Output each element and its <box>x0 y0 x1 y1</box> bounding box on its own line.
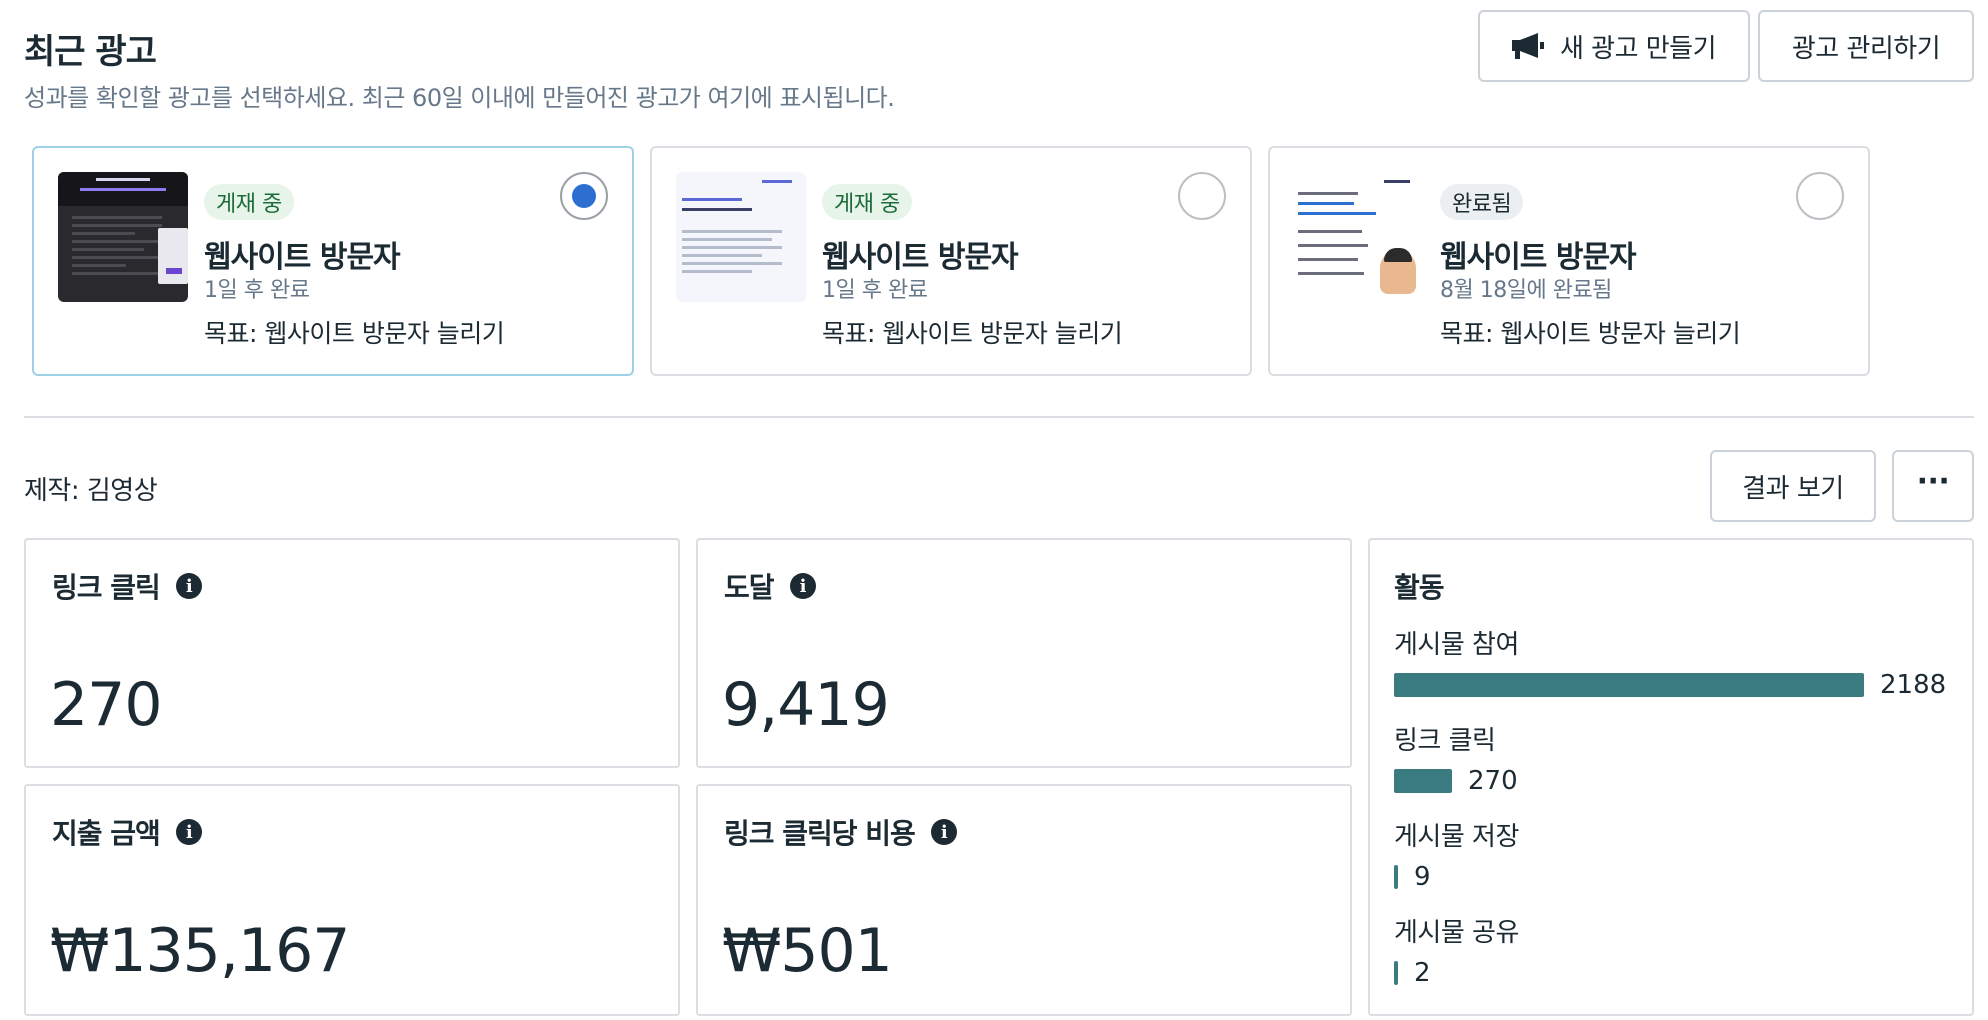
activity-row: 링크 클릭 270 <box>1394 720 1954 796</box>
ad-select-radio[interactable] <box>1178 172 1226 220</box>
activity-row: 게시물 저장 9 <box>1394 816 1954 892</box>
ad-date: 1일 후 완료 <box>204 278 310 303</box>
metric-title: 링크 클릭당 비용 <box>724 817 916 850</box>
metric-value: ₩501 <box>722 916 893 986</box>
info-icon[interactable]: i <box>789 573 816 599</box>
activity-row: 게시물 공유 2 <box>1394 912 1954 988</box>
view-results-button[interactable]: 결과 보기 <box>1710 450 1876 522</box>
metric-title: 도달 <box>724 571 775 604</box>
activity-value: 2 <box>1414 958 1431 988</box>
metric-card-cost-per-click: 링크 클릭당 비용 i ₩501 <box>696 784 1352 1016</box>
view-results-label: 결과 보기 <box>1742 473 1844 504</box>
metric-card-spend: 지출 금액 i ₩135,167 <box>24 784 680 1016</box>
ad-name: 웹사이트 방문자 <box>822 240 1019 275</box>
ad-date: 8월 18일에 완료됨 <box>1440 278 1612 303</box>
metric-card-link-clicks: 링크 클릭 i 270 <box>24 538 680 768</box>
metric-value: 9,419 <box>722 670 890 740</box>
ad-date: 1일 후 완료 <box>822 278 928 303</box>
metric-value: ₩135,167 <box>50 916 350 986</box>
ad-name: 웹사이트 방문자 <box>204 240 401 275</box>
activity-value: 9 <box>1414 862 1431 892</box>
ad-thumbnail <box>676 172 806 302</box>
metric-title: 링크 클릭 <box>52 571 161 604</box>
info-icon[interactable]: i <box>175 573 202 599</box>
manage-ads-label: 광고 관리하기 <box>1791 33 1941 64</box>
activity-panel: 활동 게시물 참여 2188 링크 클릭 270 게시물 저장 9 게시물 공유… <box>1368 538 1974 1016</box>
ad-name: 웹사이트 방문자 <box>1440 240 1637 275</box>
activity-label: 링크 클릭 <box>1394 726 1496 756</box>
ad-card[interactable]: 게재 중 웹사이트 방문자 1일 후 완료 목표: 웹사이트 방문자 늘리기 <box>650 146 1252 376</box>
activity-label: 게시물 참여 <box>1394 630 1519 660</box>
section-divider <box>24 416 1974 418</box>
more-options-button[interactable]: ··· <box>1892 450 1974 522</box>
activity-label: 게시물 저장 <box>1394 822 1519 852</box>
ad-goal: 목표: 웹사이트 방문자 늘리기 <box>204 319 505 348</box>
status-badge: 완료됨 <box>1440 184 1524 220</box>
activity-bar <box>1394 769 1452 793</box>
ad-select-radio[interactable] <box>1796 172 1844 220</box>
activity-label: 게시물 공유 <box>1394 918 1519 948</box>
metric-card-reach: 도달 i 9,419 <box>696 538 1352 768</box>
creator-label: 제작: 김영상 <box>24 476 158 506</box>
ad-select-radio[interactable] <box>560 172 608 220</box>
activity-value: 270 <box>1468 766 1518 796</box>
ad-thumbnail <box>1294 172 1424 302</box>
info-icon[interactable]: i <box>930 819 957 845</box>
activity-bar <box>1394 865 1398 889</box>
ad-thumbnail <box>58 172 188 302</box>
activity-title: 활동 <box>1394 571 1445 604</box>
status-badge: 게재 중 <box>204 184 294 220</box>
metric-title: 지출 금액 <box>52 817 161 850</box>
ad-card[interactable]: 완료됨 웹사이트 방문자 8월 18일에 완료됨 목표: 웹사이트 방문자 늘리… <box>1268 146 1870 376</box>
activity-bar <box>1394 961 1398 985</box>
activity-row: 게시물 참여 2188 <box>1394 624 1954 700</box>
megaphone-icon <box>1511 33 1544 59</box>
more-icon: ··· <box>1916 463 1950 499</box>
create-ad-label: 새 광고 만들기 <box>1559 33 1717 64</box>
info-icon[interactable]: i <box>175 819 202 845</box>
ad-goal: 목표: 웹사이트 방문자 늘리기 <box>822 319 1123 348</box>
ad-goal: 목표: 웹사이트 방문자 늘리기 <box>1440 319 1741 348</box>
manage-ads-button[interactable]: 광고 관리하기 <box>1758 10 1974 82</box>
status-badge: 게재 중 <box>822 184 912 220</box>
create-ad-button[interactable]: 새 광고 만들기 <box>1478 10 1750 82</box>
page-title: 최근 광고 <box>24 32 157 72</box>
activity-value: 2188 <box>1880 670 1947 700</box>
page-subtitle: 성과를 확인할 광고를 선택하세요. 최근 60일 이내에 만들어진 광고가 여… <box>24 84 895 112</box>
ad-card[interactable]: 게재 중 웹사이트 방문자 1일 후 완료 목표: 웹사이트 방문자 늘리기 <box>32 146 634 376</box>
activity-bar <box>1394 673 1864 697</box>
metric-value: 270 <box>50 670 163 740</box>
